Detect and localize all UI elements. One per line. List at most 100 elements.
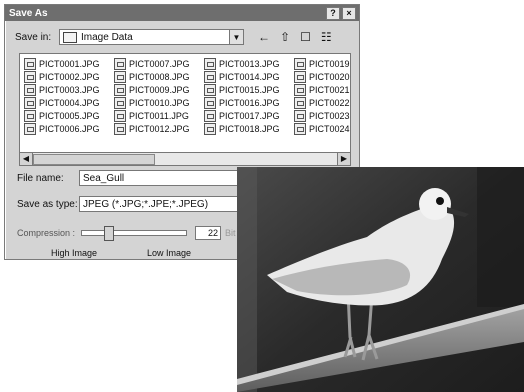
file-item[interactable]: PICT0010.JPG xyxy=(114,96,204,109)
image-file-icon xyxy=(114,109,126,122)
file-name-text: PICT0013.JPG xyxy=(219,58,280,69)
file-list-column: PICT0007.JPG PICT0008.JPG PICT0009.JPG PICT… xyxy=(114,57,204,135)
file-item[interactable]: PICT0009.JPG xyxy=(114,83,204,96)
file-name-text: PICT0022. xyxy=(309,97,351,108)
file-item[interactable]: PICT0007.JPG xyxy=(114,57,204,70)
image-file-icon xyxy=(204,109,216,122)
save-type-row: Save as type: JPEG (*.JPG;*.JPE;*.JPEG) xyxy=(17,196,242,212)
image-file-icon xyxy=(24,109,36,122)
file-name-text: PICT0016.JPG xyxy=(219,97,280,108)
file-item[interactable]: PICT0002.JPG xyxy=(24,70,114,83)
file-item[interactable]: PICT0019. xyxy=(294,57,351,70)
file-item[interactable]: PICT0024. xyxy=(294,122,351,135)
file-item[interactable]: PICT0017.JPG xyxy=(204,109,294,122)
file-name-text: PICT0021. xyxy=(309,84,351,95)
folder-icon xyxy=(63,31,77,43)
file-item[interactable]: PICT0018.JPG xyxy=(204,122,294,135)
image-file-icon xyxy=(294,96,306,109)
image-file-icon xyxy=(24,57,36,70)
image-file-icon xyxy=(294,83,306,96)
chevron-down-icon[interactable]: ▼ xyxy=(229,30,243,44)
image-file-icon xyxy=(114,57,126,70)
image-file-icon xyxy=(294,109,306,122)
up-folder-icon[interactable]: ⇧ xyxy=(280,30,290,44)
file-name-text: PICT0019. xyxy=(309,58,351,69)
image-file-icon xyxy=(114,83,126,96)
dialog-titlebar[interactable]: Save As ? × xyxy=(5,5,359,21)
file-name-text: PICT0008.JPG xyxy=(129,71,190,82)
file-list: PICT0001.JPG PICT0002.JPG PICT0003.JPG PICT… xyxy=(19,53,351,153)
image-file-icon xyxy=(204,96,216,109)
scroll-thumb[interactable] xyxy=(33,154,155,165)
save-type-label: Save as type: xyxy=(17,198,78,210)
file-list-column: PICT0019. PICT0020. PICT0021. PICT0022. PICT… xyxy=(294,57,351,135)
quality-high-label: High Image xyxy=(51,248,98,258)
image-file-icon xyxy=(24,122,36,135)
file-name-text: PICT0006.JPG xyxy=(39,123,100,134)
compression-slider[interactable] xyxy=(81,226,188,241)
compression-label: Compression : xyxy=(17,228,76,238)
file-name-text: PICT0015.JPG xyxy=(219,84,280,95)
file-name-row: File name: Sea_Gull xyxy=(17,170,242,186)
image-file-icon xyxy=(294,122,306,135)
back-icon[interactable]: ← xyxy=(258,30,270,44)
scroll-right-icon[interactable]: ▶ xyxy=(337,153,350,165)
file-name-text: PICT0017.JPG xyxy=(219,110,280,121)
file-item[interactable]: PICT0015.JPG xyxy=(204,83,294,96)
compression-value[interactable]: 22 xyxy=(195,226,222,240)
file-name-text: PICT0003.JPG xyxy=(39,84,100,95)
file-name-label: File name: xyxy=(17,172,64,184)
file-item[interactable]: PICT0020. xyxy=(294,70,351,83)
file-item[interactable]: PICT0008.JPG xyxy=(114,70,204,83)
file-item[interactable]: PICT0011.JPG xyxy=(114,109,204,122)
file-name-text: PICT0002.JPG xyxy=(39,71,100,82)
image-file-icon xyxy=(204,70,216,83)
file-item[interactable]: PICT0023. xyxy=(294,109,351,122)
scroll-left-icon[interactable]: ◀ xyxy=(20,153,33,165)
file-item[interactable]: PICT0004.JPG xyxy=(24,96,114,109)
help-button[interactable]: ? xyxy=(326,7,340,20)
image-file-icon xyxy=(24,70,36,83)
image-file-icon xyxy=(114,122,126,135)
save-type-select[interactable]: JPEG (*.JPG;*.JPE;*.JPEG) xyxy=(79,196,242,212)
file-name-text: PICT0009.JPG xyxy=(129,84,190,95)
view-menu-icon[interactable]: ☷ xyxy=(321,30,332,44)
file-name-text: PICT0001.JPG xyxy=(39,58,100,69)
file-item[interactable]: PICT0014.JPG xyxy=(204,70,294,83)
image-file-icon xyxy=(24,96,36,109)
file-name-text: PICT0005.JPG xyxy=(39,110,100,121)
toolbar: ← ⇧ ☐ ☷ xyxy=(258,30,332,44)
save-in-label: Save in: xyxy=(15,31,52,43)
compression-slider-thumb[interactable] xyxy=(104,226,115,241)
file-item[interactable]: PICT0013.JPG xyxy=(204,57,294,70)
file-name-text: PICT0014.JPG xyxy=(219,71,280,82)
file-list-column: PICT0001.JPG PICT0002.JPG PICT0003.JPG PICT… xyxy=(24,57,114,135)
file-item[interactable]: PICT0003.JPG xyxy=(24,83,114,96)
file-item[interactable]: PICT0012.JPG xyxy=(114,122,204,135)
file-name-text: PICT0004.JPG xyxy=(39,97,100,108)
file-name-field[interactable]: Sea_Gull xyxy=(79,170,242,186)
image-file-icon xyxy=(114,96,126,109)
file-item[interactable]: PICT0001.JPG xyxy=(24,57,114,70)
close-button[interactable]: × xyxy=(342,7,356,20)
file-name-text: PICT0023. xyxy=(309,110,351,121)
file-item[interactable]: PICT0021. xyxy=(294,83,351,96)
file-item[interactable]: PICT0005.JPG xyxy=(24,109,114,122)
quality-labels: High Image Low Image xyxy=(51,248,191,258)
horizontal-scrollbar[interactable]: ◀ ▶ xyxy=(19,152,351,166)
file-name-text: PICT0024. xyxy=(309,123,351,134)
image-file-icon xyxy=(204,122,216,135)
save-in-dropdown[interactable]: Image Data ▼ xyxy=(59,29,244,45)
file-item[interactable]: PICT0022. xyxy=(294,96,351,109)
image-file-icon xyxy=(294,70,306,83)
file-item[interactable]: PICT0006.JPG xyxy=(24,122,114,135)
file-list-column: PICT0013.JPG PICT0014.JPG PICT0015.JPG PICT… xyxy=(204,57,294,135)
seagull-photo xyxy=(237,167,524,392)
image-file-icon xyxy=(24,83,36,96)
file-name-text: PICT0012.JPG xyxy=(129,123,190,134)
file-item[interactable]: PICT0016.JPG xyxy=(204,96,294,109)
file-name-text: PICT0007.JPG xyxy=(129,58,190,69)
file-name-text: PICT0020. xyxy=(309,71,351,82)
new-folder-icon[interactable]: ☐ xyxy=(300,30,311,44)
image-file-icon xyxy=(204,57,216,70)
